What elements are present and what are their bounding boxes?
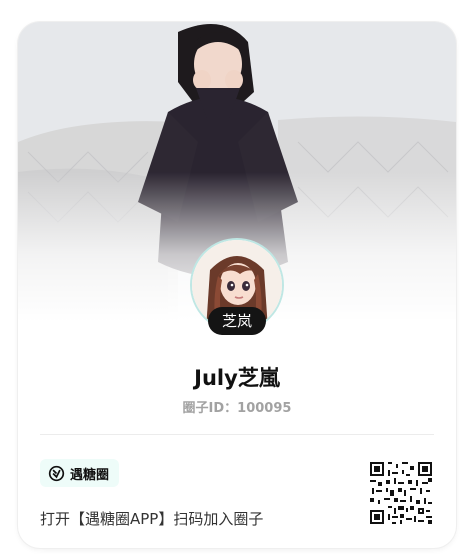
brand-tag: 遇糖圈 — [40, 459, 120, 487]
qr-code[interactable] — [368, 460, 434, 526]
brand-name: 遇糖圈 — [70, 467, 110, 483]
divider — [40, 434, 434, 435]
brand-logo-icon — [48, 465, 65, 481]
circle-name: July芝嵐 — [194, 366, 280, 390]
scan-instruction: 打开【遇糖圈APP】扫码加入圈子 — [40, 510, 264, 528]
qr-code-icon — [368, 460, 434, 526]
circle-share-card: 芝岚 July芝嵐 圈子ID：100095 遇糖圈 打开【遇糖圈APP】扫码加入… — [18, 22, 456, 548]
name-badge: 芝岚 — [208, 307, 266, 335]
circle-id: 圈子ID：100095 — [182, 401, 292, 416]
